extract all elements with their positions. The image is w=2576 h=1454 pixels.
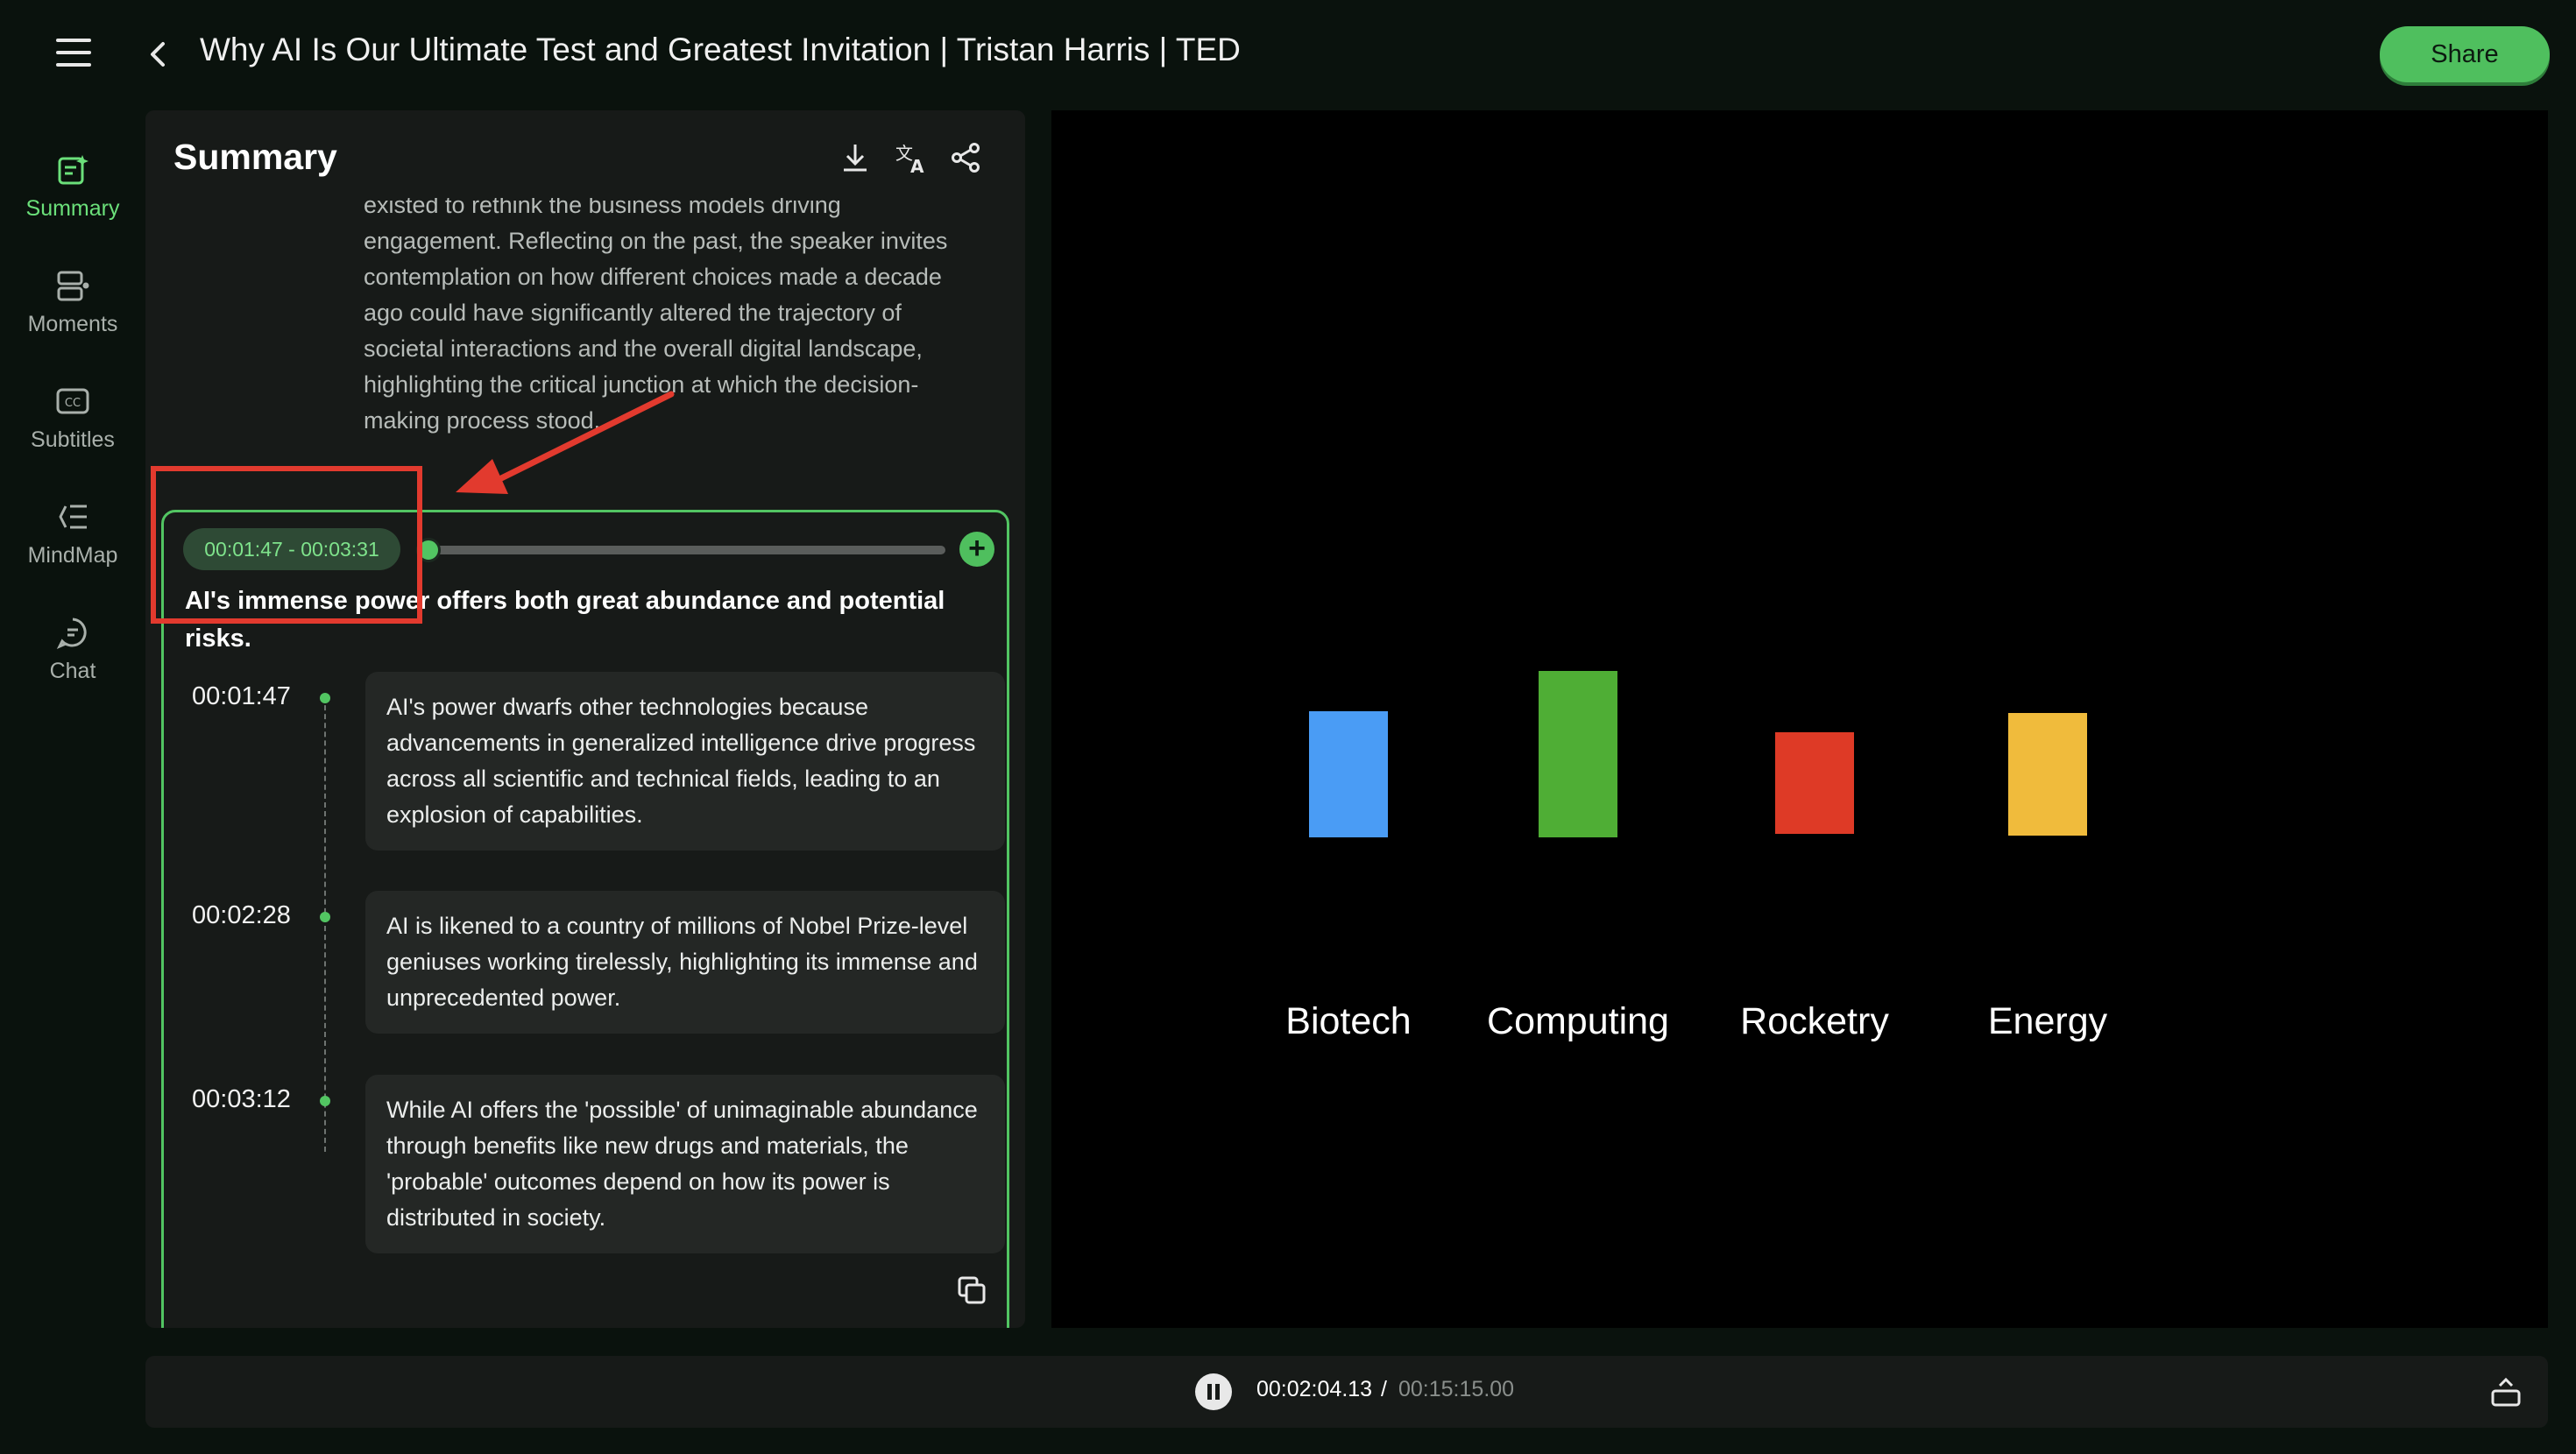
video-bar-rocketry: [1775, 732, 1854, 834]
intro-line: societal interactions and the overall di…: [364, 335, 923, 362]
video-bar-computing: [1539, 671, 1617, 837]
total-time: 00:15:15.00: [1398, 1377, 1515, 1401]
expand-panel-icon[interactable]: [2488, 1375, 2523, 1410]
annotation-highlight-box: [151, 466, 422, 624]
current-time: 00:02:04.13: [1256, 1377, 1373, 1401]
annotation-arrow-icon: [456, 391, 675, 494]
video-bar-label: Computing: [1487, 1000, 1669, 1042]
timeline-dot: [320, 693, 330, 703]
sidebar-item-label: MindMap: [27, 543, 118, 568]
timeline-dot: [320, 1096, 330, 1106]
moment-card[interactable]: AI's power dwarfs other technologies bec…: [365, 672, 1005, 851]
sidebar-item-label: Chat: [49, 659, 96, 683]
sidebar-item-label: Moments: [27, 312, 118, 336]
sidebar-item-label: Summary: [25, 196, 120, 221]
sidebar-item-summary[interactable]: Summary: [0, 152, 145, 240]
video-player[interactable]: Biotech Computing Rocketry Energy: [1051, 110, 2548, 1328]
moment-card[interactable]: AI is likened to a country of millions o…: [365, 891, 1005, 1034]
summary-icon: [58, 155, 88, 185]
share-button[interactable]: Share: [2380, 26, 2550, 82]
video-bar-label: Rocketry: [1740, 1000, 1889, 1042]
chapter-progress-bar[interactable]: [416, 538, 945, 562]
moments-icon: [57, 271, 89, 301]
video-bar-energy: [2008, 713, 2087, 836]
translate-icon[interactable]: 文 A: [894, 140, 929, 175]
moment-time[interactable]: 00:01:47: [192, 682, 291, 711]
timeline-line: [324, 696, 326, 1152]
summary-header: Summary 文 A: [145, 110, 1025, 198]
video-bar-label: Energy: [1987, 1000, 2108, 1042]
moment-card[interactable]: While AI offers the 'possible' of unimag…: [365, 1075, 1005, 1253]
intro-line: contemplation on how different choices m…: [364, 264, 942, 290]
subtitles-icon: CC: [56, 388, 89, 414]
mindmap-icon: [59, 505, 87, 529]
moment-time[interactable]: 00:02:28: [192, 901, 291, 930]
moment-time[interactable]: 00:03:12: [192, 1085, 291, 1114]
summary-title: Summary: [173, 137, 337, 177]
video-bar-label: Biotech: [1285, 1000, 1412, 1042]
sidebar-item-subtitles[interactable]: CC Subtitles: [0, 384, 145, 471]
add-button[interactable]: +: [959, 532, 994, 567]
timeline-dot: [320, 912, 330, 922]
back-icon[interactable]: [144, 37, 170, 72]
intro-line: engagement. Reflecting on the past, the …: [364, 228, 948, 254]
sidebar-item-label: Subtitles: [31, 427, 115, 452]
intro-line: ago could have significantly altered the…: [364, 300, 902, 326]
svg-text:CC: CC: [65, 397, 81, 410]
sidebar-item-mindmap[interactable]: MindMap: [0, 499, 145, 587]
sidebar-item-chat[interactable]: Chat: [0, 615, 145, 702]
download-icon[interactable]: [838, 140, 873, 175]
player-controls: 00:02:04.13 / 00:15:15.00: [145, 1356, 2548, 1428]
svg-text:A: A: [910, 156, 924, 175]
time-separator: /: [1381, 1377, 1387, 1401]
video-bar-biotech: [1309, 711, 1388, 837]
page-title: Why AI Is Our Ultimate Test and Greatest…: [200, 32, 1241, 67]
summary-panel: Summary 文 A existed to rethink the busin…: [145, 110, 1025, 1328]
menu-icon[interactable]: [56, 39, 91, 70]
top-bar: Why AI Is Our Ultimate Test and Greatest…: [0, 0, 2576, 109]
chapter-card: 00:01:47 - 00:03:31 + AI's immense power…: [161, 510, 1009, 1328]
share-icon[interactable]: [948, 140, 983, 175]
chat-icon: [56, 618, 87, 649]
copy-icon[interactable]: [957, 1275, 987, 1305]
pause-button[interactable]: [1195, 1373, 1232, 1410]
sidebar-item-moments[interactable]: Moments: [0, 268, 145, 356]
